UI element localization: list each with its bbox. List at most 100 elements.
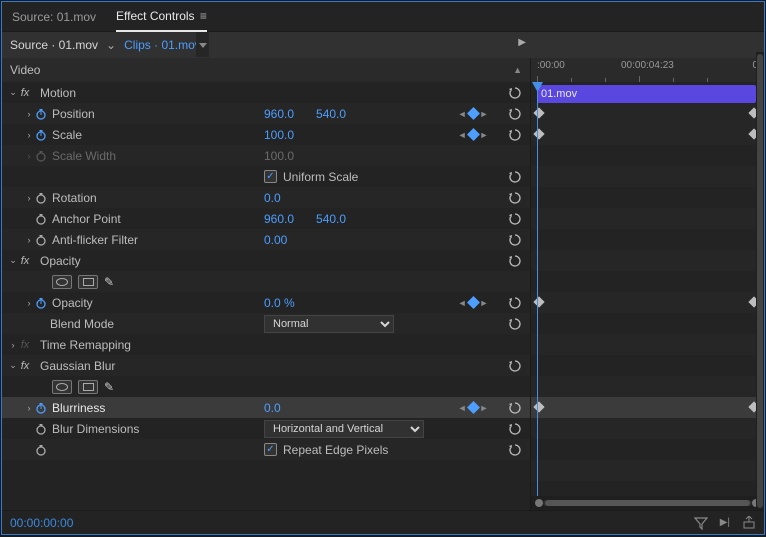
reset-antiflicker[interactable] [508, 233, 522, 247]
stopwatch-antiflicker[interactable] [34, 234, 48, 246]
ruler-label-1: 00:00:04:23 [621, 60, 674, 71]
reset-blend-mode[interactable] [508, 317, 522, 331]
clips-dropdown-toggle[interactable] [196, 32, 209, 57]
kf-prev-position[interactable]: ◄ [458, 109, 467, 119]
reset-rotation[interactable] [508, 191, 522, 205]
mask-ellipse-button[interactable] [52, 275, 72, 289]
reset-position[interactable] [508, 107, 522, 121]
tab-source[interactable]: Source: 01.mov [12, 3, 96, 31]
kf-next-opacity[interactable]: ► [480, 298, 489, 308]
reset-opacity-group[interactable] [508, 254, 522, 268]
reset-opacity[interactable] [508, 296, 522, 310]
kf-add-blurriness[interactable] [467, 401, 480, 414]
twirl-motion[interactable]: ⌄ [8, 87, 18, 98]
motion-label[interactable]: Motion [40, 86, 76, 100]
kf-position-start[interactable] [533, 107, 544, 118]
kf-next-blurriness[interactable]: ► [480, 403, 489, 413]
mask-rect-gaussian[interactable] [78, 380, 98, 394]
position-x[interactable]: 960.0 [264, 107, 294, 121]
kf-prev-blurriness[interactable]: ◄ [458, 403, 467, 413]
stopwatch-blur-dim[interactable] [34, 423, 48, 435]
timeline-clip[interactable]: 01.mov [537, 85, 756, 103]
vscroll-thumb[interactable] [757, 54, 763, 508]
tab-effect-controls[interactable]: Effect Controls ≡ [116, 2, 207, 32]
kf-add-position[interactable] [467, 107, 480, 120]
kf-add-opacity[interactable] [467, 296, 480, 309]
kf-blurriness-start[interactable] [533, 401, 544, 412]
time-remap-label[interactable]: Time Remapping [40, 338, 131, 352]
kf-next-scale[interactable]: ► [480, 130, 489, 140]
chevron-down-icon[interactable]: ⌄ [98, 38, 124, 52]
timeline-ruler[interactable]: :00:00 00:00:04:23 0 [531, 58, 764, 82]
panel-menu-icon[interactable]: ≡ [200, 9, 207, 23]
anchor-x[interactable]: 960.0 [264, 212, 294, 226]
reset-repeat-edge[interactable] [508, 443, 522, 457]
mask-pen-button[interactable]: ✎ [104, 275, 114, 289]
kf-prev-scale[interactable]: ◄ [458, 130, 467, 140]
twirl-time-remap[interactable]: › [8, 340, 18, 350]
antiflicker-value[interactable]: 0.00 [264, 233, 287, 247]
rotation-value[interactable]: 0.0 [264, 191, 281, 205]
stopwatch-scale[interactable] [34, 129, 48, 141]
reset-scale[interactable] [508, 128, 522, 142]
reset-blurriness[interactable] [508, 401, 522, 415]
reset-uniform-scale[interactable] [508, 170, 522, 184]
reset-blur-dim[interactable] [508, 422, 522, 436]
position-label: Position [52, 107, 95, 121]
scale-value[interactable]: 100.0 [264, 128, 294, 142]
stopwatch-position[interactable] [34, 108, 48, 120]
zoom-out-knob[interactable] [535, 499, 543, 507]
opacity-value[interactable]: 0.0 % [264, 296, 295, 310]
stopwatch-repeat-edge[interactable] [34, 444, 48, 456]
blur-dimensions-select[interactable]: Horizontal and Vertical [264, 420, 424, 438]
collapse-triangle-icon[interactable]: ▲ [513, 65, 522, 75]
stopwatch-scale-width [34, 150, 48, 162]
play-only-icon[interactable]: ▶| [720, 517, 730, 528]
twirl-opacity[interactable]: ⌄ [8, 255, 18, 266]
export-icon[interactable] [742, 516, 756, 530]
filter-icon[interactable] [694, 516, 708, 530]
mask-rect-button[interactable] [78, 275, 98, 289]
hscroll-thumb[interactable] [545, 500, 750, 506]
twirl-blurriness[interactable]: › [24, 403, 34, 413]
clips-link[interactable]: Clips · 01.mov [124, 38, 201, 52]
stopwatch-rotation[interactable] [34, 192, 48, 204]
stopwatch-opacity[interactable] [34, 297, 48, 309]
repeat-edge-checkbox[interactable]: ✓ [264, 443, 277, 456]
twirl-gaussian[interactable]: ⌄ [8, 360, 18, 371]
kf-scale-start[interactable] [533, 128, 544, 139]
position-y[interactable]: 540.0 [316, 107, 346, 121]
twirl-position[interactable]: › [24, 109, 34, 119]
uniform-scale-label: Uniform Scale [283, 170, 358, 184]
uniform-scale-checkbox[interactable]: ✓ [264, 170, 277, 183]
opacity-label[interactable]: Opacity [40, 254, 81, 268]
twirl-rotation[interactable]: › [24, 193, 34, 203]
reset-motion[interactable] [508, 86, 522, 100]
twirl-scale[interactable]: › [24, 130, 34, 140]
kf-opacity-start[interactable] [533, 296, 544, 307]
mask-ellipse-gaussian[interactable] [52, 380, 72, 394]
kf-add-scale[interactable] [467, 128, 480, 141]
stopwatch-blurriness[interactable] [34, 402, 48, 414]
twirl-scale-width: › [24, 151, 34, 161]
fx-badge-opacity: fx [18, 255, 32, 267]
stopwatch-anchor[interactable] [34, 213, 48, 225]
kf-next-position[interactable]: ► [480, 109, 489, 119]
mask-pen-gaussian[interactable]: ✎ [104, 380, 114, 394]
twirl-antiflicker[interactable]: › [24, 235, 34, 245]
anchor-y[interactable]: 540.0 [316, 212, 346, 226]
timeline-hscroll[interactable] [531, 496, 764, 510]
play-icon[interactable]: ▶ [518, 37, 526, 48]
fx-badge-gaussian: fx [18, 360, 32, 372]
reset-anchor[interactable] [508, 212, 522, 226]
kf-prev-opacity[interactable]: ◄ [458, 298, 467, 308]
twirl-opacity-prop[interactable]: › [24, 298, 34, 308]
timeline-playhead[interactable] [537, 82, 538, 496]
gaussian-label[interactable]: Gaussian Blur [40, 359, 115, 373]
blurriness-value[interactable]: 0.0 [264, 401, 281, 415]
fx-badge-motion: fx [18, 87, 32, 99]
vertical-scrollbar[interactable] [756, 52, 764, 510]
reset-gaussian[interactable] [508, 359, 522, 373]
current-timecode[interactable]: 00:00:00:00 [10, 516, 73, 530]
blend-mode-select[interactable]: Normal [264, 315, 394, 333]
